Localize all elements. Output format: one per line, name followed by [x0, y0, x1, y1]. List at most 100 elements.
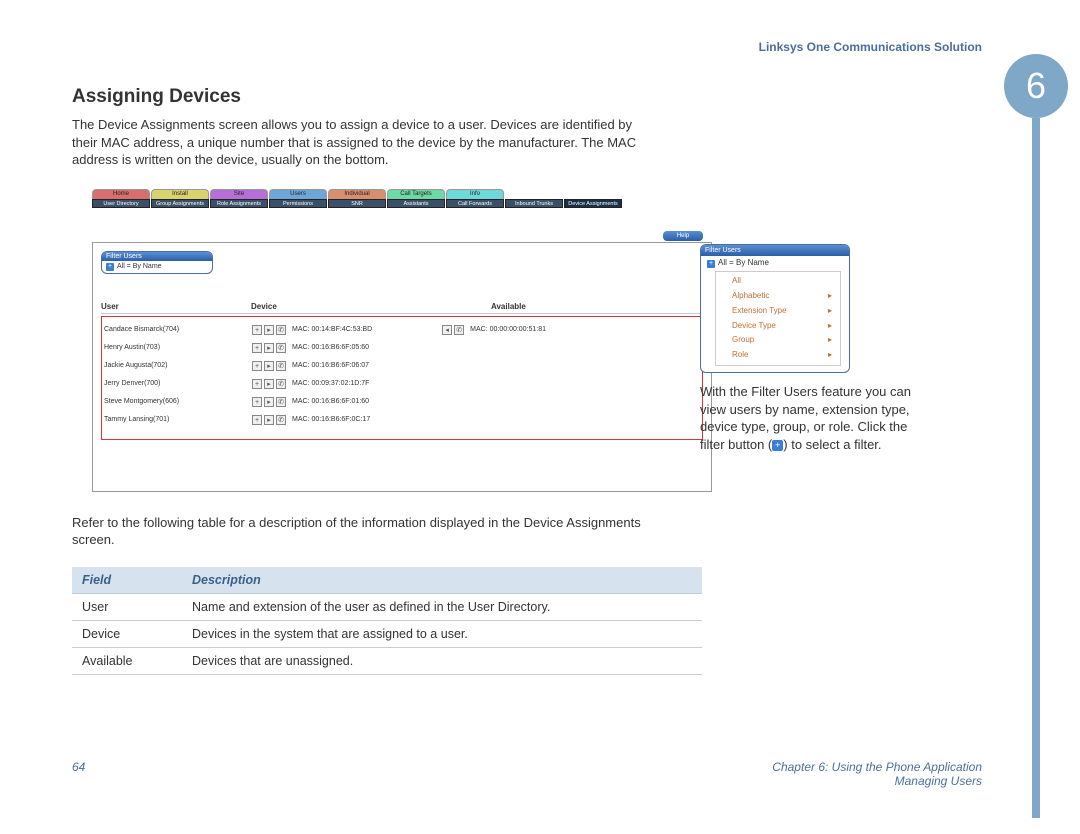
- table-row: Jackie Augusta(702) +▸✆ MAC: 00:16:B6:6F…: [102, 357, 702, 375]
- subtab-callfwd[interactable]: Call Forwards: [446, 199, 504, 208]
- chevron-right-icon[interactable]: ▸: [264, 415, 274, 425]
- plus-icon[interactable]: +: [252, 361, 262, 371]
- footer-chapter: Chapter 6: Using the Phone Application: [772, 760, 982, 774]
- help-button[interactable]: Help: [663, 231, 703, 241]
- td-desc: Devices that are unassigned.: [182, 647, 702, 674]
- chapter-badge: 6: [1004, 54, 1068, 118]
- chevron-right-icon[interactable]: ▸: [264, 397, 274, 407]
- phone-icon[interactable]: ✆: [276, 361, 286, 371]
- section-title: Assigning Devices: [72, 86, 982, 108]
- menu-role[interactable]: Role▸: [716, 348, 840, 363]
- chevron-right-icon[interactable]: ▸: [264, 379, 274, 389]
- col-available: Available: [491, 302, 703, 311]
- row-user: Jerry Denver(700): [102, 380, 252, 387]
- plus-icon[interactable]: +: [252, 415, 262, 425]
- filter2-header: Filter Users: [701, 245, 849, 256]
- td-field: User: [72, 593, 182, 620]
- table-row: Henry Austin(703) +▸✆ MAC: 00:16:B6:6F:0…: [102, 339, 702, 357]
- chevron-right-icon[interactable]: ▸: [264, 325, 274, 335]
- tab-site[interactable]: Site: [210, 189, 268, 199]
- footer-sub: Managing Users: [772, 774, 982, 788]
- filter-plus-icon[interactable]: +: [707, 260, 715, 268]
- chevron-right-icon: ▸: [828, 306, 832, 317]
- filter-header: Filter Users: [102, 252, 212, 261]
- th-field: Field: [72, 567, 182, 594]
- subtab-roleassign[interactable]: Role Assignments: [210, 199, 268, 208]
- subtab-assistants[interactable]: Assistants: [387, 199, 445, 208]
- subtab-inbound[interactable]: Inbound Trunks: [505, 199, 563, 208]
- subtab-groupassign[interactable]: Group Assignments: [151, 199, 209, 208]
- phone-icon[interactable]: ✆: [454, 325, 464, 335]
- fields-table: Field Description User Name and extensio…: [72, 567, 702, 675]
- tab-users[interactable]: Users: [269, 189, 327, 199]
- tab-home[interactable]: Home: [92, 189, 150, 199]
- chevron-left-icon[interactable]: ◂: [442, 325, 452, 335]
- phone-icon[interactable]: ✆: [276, 415, 286, 425]
- phone-icon[interactable]: ✆: [276, 379, 286, 389]
- tab-info[interactable]: Info: [446, 189, 504, 199]
- subtab-devassign[interactable]: Device Assignments: [564, 199, 622, 208]
- product-header: Linksys One Communications Solution: [759, 40, 982, 54]
- phone-icon[interactable]: ✆: [276, 325, 286, 335]
- filter-users-panel: Filter Users + All = By Name: [101, 251, 213, 274]
- td-field: Device: [72, 620, 182, 647]
- plus-icon[interactable]: +: [252, 343, 262, 353]
- table-row: Tammy Lansing(701) +▸✆ MAC: 00:16:B6:6F:…: [102, 411, 702, 429]
- filter-plus-icon[interactable]: +: [106, 263, 114, 271]
- menu-ext[interactable]: Extension Type▸: [716, 304, 840, 319]
- row-mac: MAC: 00:16:B6:6F:0C:17: [292, 416, 370, 423]
- filter-byname: All = By Name: [117, 263, 162, 270]
- column-headers: User Device Available: [101, 302, 703, 314]
- row-mac: MAC: 00:16:B6:6F:06:07: [292, 362, 369, 369]
- col-user: User: [101, 302, 251, 311]
- td-field: Available: [72, 647, 182, 674]
- table-row: User Name and extension of the user as d…: [72, 593, 702, 620]
- menu-alpha[interactable]: Alphabetic▸: [716, 289, 840, 304]
- table-intro: Refer to the following table for a descr…: [72, 514, 642, 549]
- filter-explanation: With the Filter Users feature you can vi…: [700, 383, 930, 453]
- device-rows-highlight: Candace Bismarck(704) + ▸ ✆ MAC: 00:14:B…: [101, 316, 703, 440]
- tab-install[interactable]: Install: [151, 189, 209, 199]
- subtab-snr[interactable]: SNR: [328, 199, 386, 208]
- tab-individual[interactable]: Individual: [328, 189, 386, 199]
- filter-callout: Filter Users + All = By Name All Alphabe…: [700, 244, 930, 453]
- device-assignments-screenshot: Home Install Site Users Individual Call …: [92, 189, 712, 492]
- tab-calltargets[interactable]: Call Targets: [387, 189, 445, 199]
- page-footer: 64 Chapter 6: Using the Phone Applicatio…: [72, 760, 982, 788]
- phone-icon[interactable]: ✆: [276, 397, 286, 407]
- row-mac: MAC: 00:09:37:02:1D:7F: [292, 380, 369, 387]
- row-user: Steve Montgomery(606): [102, 398, 252, 405]
- td-desc: Name and extension of the user as define…: [182, 593, 702, 620]
- menu-all[interactable]: All: [716, 274, 840, 289]
- plus-icon[interactable]: +: [252, 325, 262, 335]
- menu-group[interactable]: Group▸: [716, 333, 840, 348]
- subtab-permissions[interactable]: Permissions: [269, 199, 327, 208]
- shot-body: Help Filter Users + All = By Name User D…: [92, 242, 712, 492]
- filter2-byname: All = By Name: [718, 258, 769, 269]
- intro-paragraph: The Device Assignments screen allows you…: [72, 116, 642, 169]
- table-row: Jerry Denver(700) +▸✆ MAC: 00:09:37:02:1…: [102, 375, 702, 393]
- row-user: Candace Bismarck(704): [102, 326, 252, 333]
- row-user: Tammy Lansing(701): [102, 416, 252, 423]
- chapter-bar: [1032, 118, 1040, 818]
- row-mac: MAC: 00:16:B6:6F:05:60: [292, 344, 369, 351]
- subtab-userdir[interactable]: User Directory: [92, 199, 150, 208]
- table-row: Candace Bismarck(704) + ▸ ✆ MAC: 00:14:B…: [102, 321, 702, 339]
- plus-icon[interactable]: +: [252, 379, 262, 389]
- chevron-right-icon[interactable]: ▸: [264, 361, 274, 371]
- chevron-right-icon: ▸: [828, 350, 832, 361]
- chevron-right-icon: ▸: [828, 321, 832, 332]
- table-row: Available Devices that are unassigned.: [72, 647, 702, 674]
- filter-plus-inline-icon: +: [772, 440, 783, 451]
- chevron-right-icon[interactable]: ▸: [264, 343, 274, 353]
- phone-icon[interactable]: ✆: [276, 343, 286, 353]
- row-user: Jackie Augusta(702): [102, 362, 252, 369]
- avail-controls: ◂ ✆: [442, 325, 464, 335]
- row-controls: + ▸ ✆: [252, 325, 286, 335]
- row-user: Henry Austin(703): [102, 344, 252, 351]
- menu-devtype[interactable]: Device Type▸: [716, 319, 840, 334]
- td-desc: Devices in the system that are assigned …: [182, 620, 702, 647]
- filter-users-expanded: Filter Users + All = By Name All Alphabe…: [700, 244, 850, 373]
- row-mac: MAC: 00:14:BF:4C:53:BD: [292, 326, 372, 333]
- plus-icon[interactable]: +: [252, 397, 262, 407]
